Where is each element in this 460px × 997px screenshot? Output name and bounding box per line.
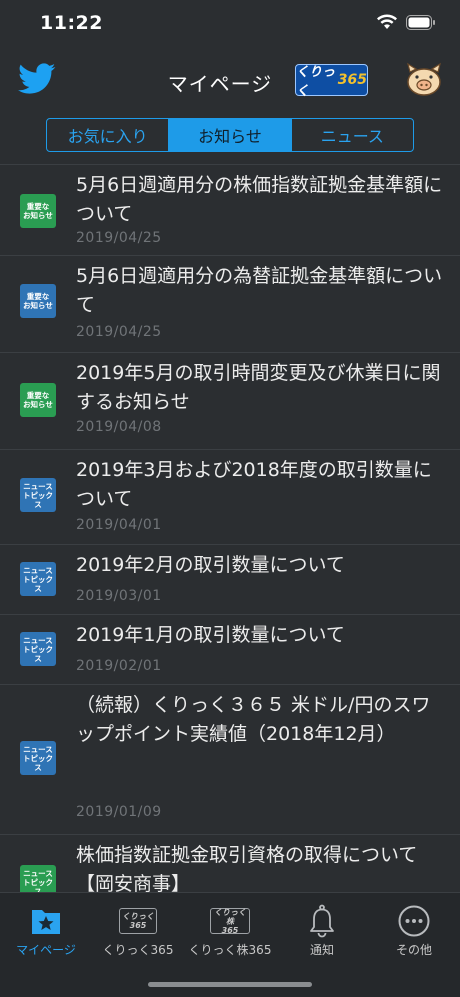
notice-title: 2019年3月および2018年度の取引数量について — [76, 459, 432, 510]
news-topics-icon: ニュース トピックス — [20, 478, 56, 512]
click365-logo-icon: くりっく 365 — [119, 908, 157, 934]
notice-title: 5月6日週適用分の為替証拠金基準額について — [76, 265, 443, 316]
tab-label: 通知 — [309, 943, 334, 957]
segment-news[interactable]: ニュース — [290, 119, 413, 151]
icon-line1: ニュース — [23, 481, 53, 491]
tab-mypage[interactable]: マイページ — [0, 901, 92, 958]
list-item[interactable]: ニュース トピックス 2019年2月の取引数量について 2019/03/01 — [0, 545, 460, 615]
notice-date: 2019/04/25 — [76, 230, 162, 246]
status-icons — [376, 14, 436, 30]
icon-line2: トピックス — [23, 877, 53, 894]
icon-line2: トピックス — [23, 490, 53, 509]
click-kabu365-logo-icon: くりっく株 365 — [210, 907, 250, 935]
tab-label: くりっく株365 — [188, 943, 272, 957]
mypage-star-icon — [32, 910, 60, 934]
icon-line2: お知らせ — [23, 301, 53, 310]
tab-notifications[interactable]: 通知 — [276, 901, 368, 958]
notice-title: 株価指数証拠金取引資格の取得について【岡安商事】 — [76, 844, 418, 893]
list-item[interactable]: 重要な お知らせ 2019年5月の取引時間変更及び休業日に関するお知らせ 201… — [0, 353, 460, 450]
list-item[interactable]: ニュース トピックス 2019年3月および2018年度の取引数量について 201… — [0, 450, 460, 545]
notice-title: 2019年5月の取引時間変更及び休業日に関するお知らせ — [76, 362, 441, 413]
segment-favorites[interactable]: お気に入り — [47, 119, 168, 151]
notice-date: 2019/04/01 — [76, 517, 162, 533]
tab-click365[interactable]: くりっく 365 くりっく365 — [92, 901, 184, 958]
tab-label: その他 — [395, 943, 432, 957]
logo-bottom: 365 — [129, 921, 147, 930]
segment-notices[interactable]: お知らせ — [168, 119, 291, 151]
tab-more[interactable]: その他 — [368, 901, 460, 958]
battery-icon — [406, 14, 435, 30]
logo-top: くりっく株 — [214, 907, 246, 926]
important-notice-icon: 重要な お知らせ — [20, 284, 56, 318]
badge-number: 365 — [337, 72, 367, 88]
list-item[interactable]: 重要な お知らせ 5月6日週適用分の為替証拠金基準額について 2019/04/2… — [0, 256, 460, 353]
tab-label: くりっく365 — [102, 943, 174, 957]
list-item[interactable]: 重要な お知らせ 5月6日週適用分の株価指数証拠金基準額について 2019/04… — [0, 165, 460, 256]
icon-line2: トピックス — [23, 644, 53, 663]
icon-line2: お知らせ — [23, 400, 53, 409]
notice-date: 2019/04/25 — [76, 324, 162, 340]
important-notice-icon: 重要な お知らせ — [20, 194, 56, 228]
icon-line2: トピックス — [23, 753, 53, 772]
news-topics-icon: ニュース トピックス — [20, 562, 56, 596]
notice-title: 2019年2月の取引数量について — [76, 554, 345, 576]
icon-line1: ニュース — [23, 868, 53, 878]
news-topics-icon: ニュース トピックス — [20, 741, 56, 775]
logo-bottom: 365 — [221, 925, 239, 935]
tab-click-kabu365[interactable]: くりっく株 365 くりっく株365 — [184, 901, 276, 958]
nav-bar: マイページ くりっく 365 — [0, 48, 460, 112]
icon-line2: お知らせ — [23, 211, 53, 220]
page-title-text: マイページ — [167, 72, 273, 96]
list-item[interactable]: ニュース トピックス 2019年1月の取引数量について 2019/02/01 — [0, 615, 460, 685]
icon-line1: ニュース — [23, 744, 53, 754]
mascot-pig-icon[interactable] — [404, 62, 444, 98]
page-title: マイページ — [0, 68, 460, 97]
notice-title: 5月6日週適用分の株価指数証拠金基準額について — [76, 174, 443, 225]
click365-logo-badge[interactable]: くりっく 365 — [295, 64, 368, 99]
icon-line1: 重要な — [26, 292, 50, 301]
icon-line1: ニュース — [23, 635, 53, 645]
notice-title: （続報）くりっく３６５ 米ドル/円のスワップポイント実績値（2018年12月） — [76, 694, 431, 745]
wifi-icon — [377, 14, 397, 29]
more-icon — [398, 905, 430, 937]
status-bar: 11:22 — [0, 0, 460, 48]
notice-title: 2019年1月の取引数量について — [76, 624, 345, 646]
logo-top: くりっく — [122, 912, 154, 921]
tab-label: マイページ — [16, 943, 76, 957]
list-item[interactable]: ニュース トピックス （続報）くりっく３６５ 米ドル/円のスワップポイント実績値… — [0, 685, 460, 835]
notice-date: 2019/03/01 — [76, 588, 162, 604]
status-time: 11:22 — [40, 12, 103, 34]
news-topics-icon: ニュース トピックス — [20, 632, 56, 666]
icon-line2: トピックス — [23, 574, 53, 593]
bell-icon — [310, 904, 334, 938]
notice-list: 重要な お知らせ 5月6日週適用分の株価指数証拠金基準額について 2019/04… — [0, 164, 460, 893]
news-topics-icon: ニュース トピックス — [20, 865, 56, 893]
icon-line1: ニュース — [23, 565, 53, 575]
icon-line1: 重要な — [26, 202, 50, 211]
notice-date: 2019/01/09 — [76, 804, 162, 820]
home-indicator — [148, 982, 312, 987]
badge-text: くりっく — [296, 65, 336, 99]
list-item[interactable]: ニュース トピックス 株価指数証拠金取引資格の取得について【岡安商事】 — [0, 835, 460, 893]
important-notice-icon: 重要な お知らせ — [20, 383, 56, 417]
notice-date: 2019/04/08 — [76, 419, 162, 435]
segmented-control: お気に入り お知らせ ニュース — [46, 118, 414, 152]
icon-line1: 重要な — [26, 391, 50, 400]
notice-date: 2019/02/01 — [76, 658, 162, 674]
